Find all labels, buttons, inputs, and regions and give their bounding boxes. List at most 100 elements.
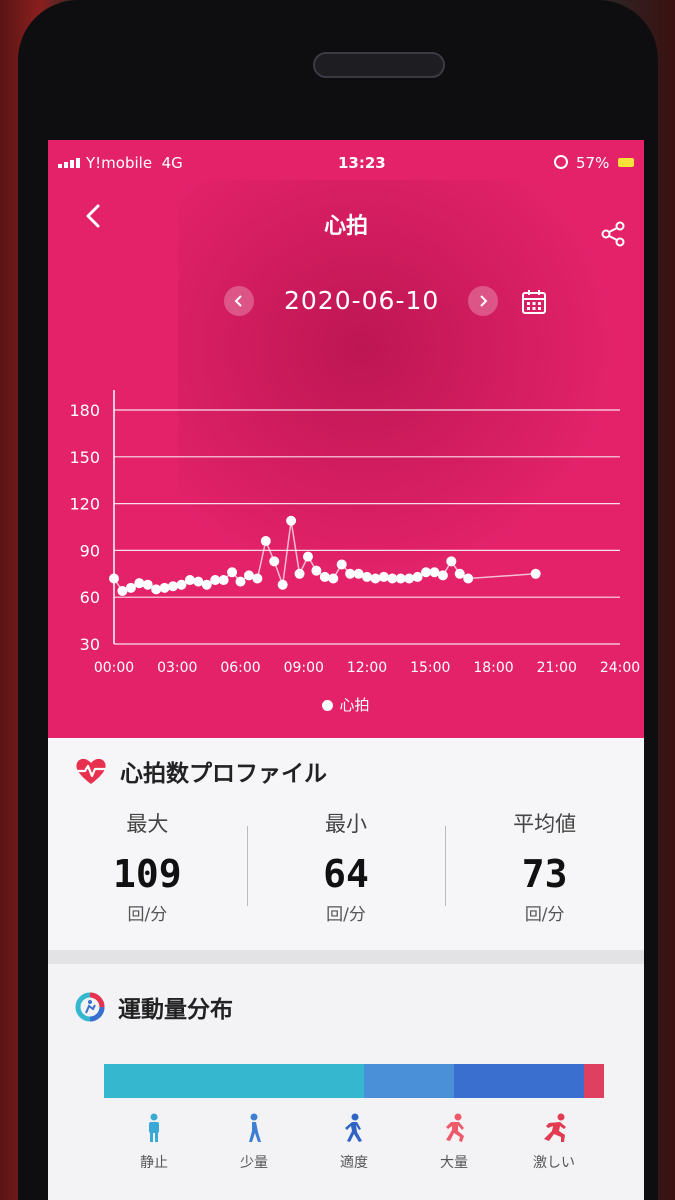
nav-bar: 心拍 <box>48 196 644 248</box>
data-point <box>109 573 119 584</box>
share-icon[interactable] <box>600 220 628 248</box>
running-person-icon <box>446 1113 464 1142</box>
stat-value: 109 <box>113 852 182 896</box>
activity-level: 適度 <box>304 1112 404 1172</box>
data-point <box>463 573 474 584</box>
distribution-segment <box>364 1064 454 1098</box>
stat-average: 平均値 73 回/分 <box>445 808 644 938</box>
data-point <box>201 579 212 590</box>
data-point <box>328 573 339 584</box>
next-day-button[interactable] <box>468 286 498 316</box>
activity-title-text: 運動量分布 <box>118 997 233 1023</box>
data-point <box>125 582 136 593</box>
heart-pulse-icon <box>76 758 106 784</box>
profile-title: 心拍数プロファイル <box>74 754 327 788</box>
stat-value: 64 <box>323 852 369 896</box>
data-point <box>404 573 415 584</box>
activity-levels: 静止 少量 適度 大量 激しい <box>104 1112 604 1172</box>
x-tick-label: 21:00 <box>537 660 577 676</box>
x-tick-label: 18:00 <box>473 660 513 676</box>
activity-level-label: 静止 <box>140 1155 168 1171</box>
data-point <box>370 573 381 584</box>
activity-ring-icon <box>75 992 105 1022</box>
status-bar: Y!mobile 4G 13:23 57% <box>58 152 634 176</box>
earpiece <box>313 52 445 78</box>
data-point <box>168 581 179 592</box>
data-point <box>218 575 229 586</box>
x-tick-label: 06:00 <box>220 660 260 676</box>
distribution-segment <box>584 1064 604 1098</box>
heart-rate-chart: 30 60 90 120 150 180 00:00 03:00 06:00 09:00 12:00… <box>48 380 644 720</box>
activity-title: 運動量分布 <box>74 990 233 1024</box>
data-point <box>134 578 145 589</box>
y-tick-label: 60 <box>80 588 100 607</box>
x-tick-label: 00:00 <box>94 660 134 676</box>
data-point <box>378 571 389 582</box>
data-point <box>302 551 313 562</box>
y-tick-label: 150 <box>69 448 100 467</box>
data-point <box>151 584 162 595</box>
data-point <box>446 556 457 567</box>
stat-max: 最大 109 回/分 <box>48 808 247 938</box>
stat-unit: 回/分 <box>127 905 168 925</box>
legend-label: 心拍 <box>339 696 370 714</box>
data-point <box>286 515 297 526</box>
data-point <box>362 571 372 582</box>
data-point <box>184 575 195 586</box>
data-point <box>277 579 288 590</box>
chevron-right-icon <box>480 295 488 307</box>
activity-level-label: 大量 <box>440 1155 468 1171</box>
x-tick-label: 15:00 <box>410 660 450 676</box>
activity-level-label: 少量 <box>240 1155 268 1171</box>
walking-person-icon <box>249 1113 261 1142</box>
prev-day-button[interactable] <box>224 286 254 316</box>
date-label[interactable]: 2020-06-10 <box>284 286 439 315</box>
stat-min: 最小 64 回/分 <box>246 808 446 938</box>
data-point <box>252 573 263 584</box>
activity-level: 少量 <box>204 1112 304 1172</box>
data-point <box>269 556 280 567</box>
x-tick-label: 09:00 <box>284 660 324 676</box>
activity-level: 大量 <box>404 1112 504 1172</box>
screen: Y!mobile 4G 13:23 57% 心拍 2020-06-10 30 6… <box>48 140 644 1200</box>
y-tick-label: 30 <box>80 635 100 654</box>
calendar-icon[interactable] <box>520 288 548 316</box>
data-point <box>142 579 153 590</box>
stat-label: 平均値 <box>513 812 577 836</box>
page-title: 心拍 <box>323 214 368 239</box>
battery-percent: 57% <box>576 154 610 172</box>
stat-unit: 回/分 <box>326 905 366 925</box>
distribution-segment <box>454 1064 584 1098</box>
data-point <box>412 571 423 582</box>
clock: 13:23 <box>338 154 386 172</box>
standing-person-icon <box>149 1113 159 1142</box>
distribution-bar <box>104 1064 604 1098</box>
x-tick-label: 12:00 <box>347 660 387 676</box>
data-point <box>437 570 448 581</box>
data-point <box>176 579 187 590</box>
data-point <box>454 568 465 579</box>
activity-level-label: 激しい <box>533 1155 575 1171</box>
carrier-label: Y!mobile 4G <box>86 154 183 172</box>
stat-unit: 回/分 <box>524 905 565 925</box>
legend-dot <box>322 700 334 711</box>
stat-label: 最大 <box>126 812 169 836</box>
x-tick-label: 24:00 <box>600 660 640 676</box>
signal-icon <box>58 158 80 168</box>
data-point <box>294 568 305 579</box>
data-point <box>319 571 330 582</box>
chart-canvas: 30 60 90 120 150 180 00:00 03:00 06:00 09:00 12:00… <box>69 390 640 676</box>
x-tick-label: 03:00 <box>157 660 197 676</box>
activity-level-label: 適度 <box>340 1155 368 1171</box>
section-divider <box>48 950 644 964</box>
chart-legend: 心拍 <box>48 694 644 715</box>
y-tick-label: 180 <box>69 401 100 420</box>
notch <box>336 8 396 28</box>
activity-distribution: 運動量分布 静止 少量 適度 大量 激しい <box>48 964 644 1200</box>
data-point <box>235 576 246 587</box>
data-point <box>530 568 541 579</box>
data-point <box>311 565 322 576</box>
data-point <box>227 567 238 578</box>
alarm-icon <box>554 155 568 169</box>
data-point <box>336 559 347 570</box>
